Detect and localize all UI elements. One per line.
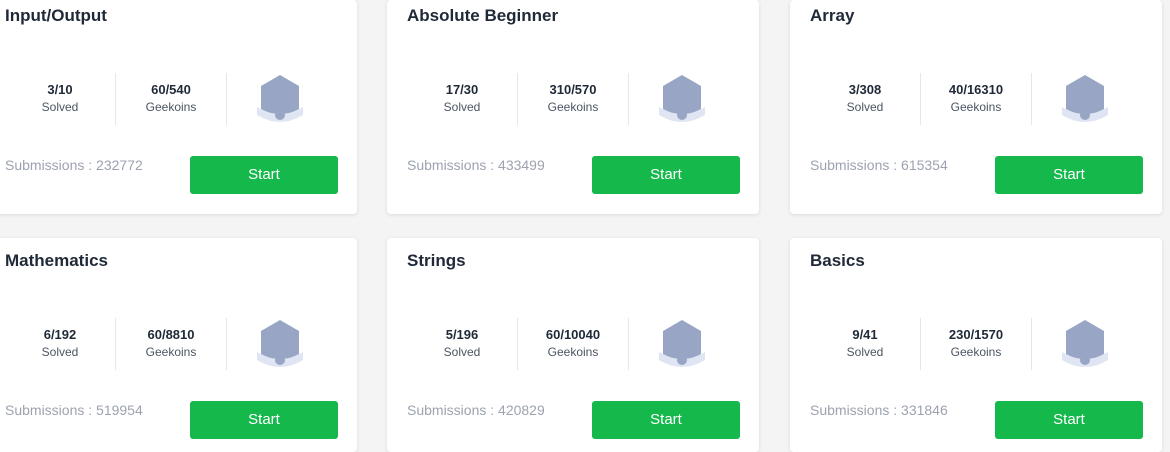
start-button[interactable]: Start [995, 156, 1143, 194]
card-stats: 3/308 Solved 40/16310 Geekoins [790, 73, 1162, 125]
medal-badge-icon [1062, 320, 1108, 367]
start-button[interactable]: Start [190, 156, 338, 194]
solved-stat: 6/192 Solved [5, 318, 115, 370]
card-title: Basics [810, 251, 865, 270]
submissions-count: Submissions : 433499 [407, 157, 545, 173]
stat-divider [1031, 318, 1032, 370]
start-button[interactable]: Start [995, 401, 1143, 439]
medal-badge-icon [257, 75, 303, 122]
geekoins-count: 40/16310 [948, 82, 1004, 97]
solved-count: 9/41 [852, 327, 878, 342]
card-stats: 3/10 Solved 60/540 Geekoins [0, 73, 357, 125]
medal-badge-icon [257, 320, 303, 367]
card-title: Absolute Beginner [407, 6, 559, 25]
course-card-strings: Strings 5/196 Solved 60/10040 Geekoins S… [387, 238, 759, 452]
solved-stat: 3/308 Solved [810, 73, 920, 125]
medal-badge-icon [1062, 75, 1108, 122]
geekoins-label: Geekoins [547, 100, 599, 114]
geekoins-count: 60/8810 [147, 327, 195, 342]
solved-label: Solved [443, 345, 481, 359]
course-card-basics: Basics 9/41 Solved 230/1570 Geekoins Sub… [790, 238, 1162, 452]
course-card-absolute-beginner: Absolute Beginner 17/30 Solved 310/570 G… [387, 0, 759, 214]
solved-count: 3/308 [848, 82, 882, 97]
course-card-input-output: Input/Output 3/10 Solved 60/540 Geekoins… [0, 0, 357, 214]
solved-count: 6/192 [43, 327, 77, 342]
geekoins-stat: 310/570 Geekoins [518, 73, 628, 125]
submissions-count: Submissions : 615354 [810, 157, 948, 173]
geekoins-label: Geekoins [547, 345, 599, 359]
solved-label: Solved [443, 100, 481, 114]
geekoins-count: 60/10040 [545, 327, 601, 342]
stat-divider [226, 318, 227, 370]
geekoins-count: 310/570 [549, 82, 597, 97]
card-stats: 17/30 Solved 310/570 Geekoins [387, 73, 759, 125]
start-button[interactable]: Start [190, 401, 338, 439]
card-title: Strings [407, 251, 466, 270]
geekoins-label: Geekoins [145, 100, 197, 114]
medal-badge-icon [659, 75, 705, 122]
submissions-count: Submissions : 519954 [5, 402, 143, 418]
solved-label: Solved [41, 100, 79, 114]
geekoins-label: Geekoins [950, 345, 1002, 359]
card-stats: 5/196 Solved 60/10040 Geekoins [387, 318, 759, 370]
solved-label: Solved [41, 345, 79, 359]
stat-divider [226, 73, 227, 125]
geekoins-stat: 60/8810 Geekoins [116, 318, 226, 370]
geekoins-stat: 60/540 Geekoins [116, 73, 226, 125]
solved-label: Solved [846, 100, 884, 114]
course-card-mathematics: Mathematics 6/192 Solved 60/8810 Geekoin… [0, 238, 357, 452]
geekoins-count: 230/1570 [948, 327, 1004, 342]
geekoins-count: 60/540 [151, 82, 191, 97]
course-card-array: Array 3/308 Solved 40/16310 Geekoins Sub… [790, 0, 1162, 214]
start-button[interactable]: Start [592, 156, 740, 194]
stat-divider [628, 73, 629, 125]
geekoins-stat: 40/16310 Geekoins [921, 73, 1031, 125]
medal-badge-icon [659, 320, 705, 367]
solved-stat: 3/10 Solved [5, 73, 115, 125]
card-title: Input/Output [5, 6, 107, 25]
geekoins-label: Geekoins [950, 100, 1002, 114]
card-title: Array [810, 6, 855, 25]
submissions-count: Submissions : 331846 [810, 402, 948, 418]
solved-stat: 17/30 Solved [407, 73, 517, 125]
geekoins-stat: 60/10040 Geekoins [518, 318, 628, 370]
geekoins-stat: 230/1570 Geekoins [921, 318, 1031, 370]
card-stats: 6/192 Solved 60/8810 Geekoins [0, 318, 357, 370]
card-stats: 9/41 Solved 230/1570 Geekoins [790, 318, 1162, 370]
solved-count: 17/30 [445, 82, 479, 97]
start-button[interactable]: Start [592, 401, 740, 439]
solved-count: 3/10 [47, 82, 73, 97]
card-title: Mathematics [5, 251, 108, 270]
geekoins-label: Geekoins [145, 345, 197, 359]
solved-label: Solved [846, 345, 884, 359]
solved-count: 5/196 [445, 327, 479, 342]
submissions-count: Submissions : 232772 [5, 157, 143, 173]
submissions-count: Submissions : 420829 [407, 402, 545, 418]
stat-divider [628, 318, 629, 370]
solved-stat: 5/196 Solved [407, 318, 517, 370]
stat-divider [1031, 73, 1032, 125]
solved-stat: 9/41 Solved [810, 318, 920, 370]
